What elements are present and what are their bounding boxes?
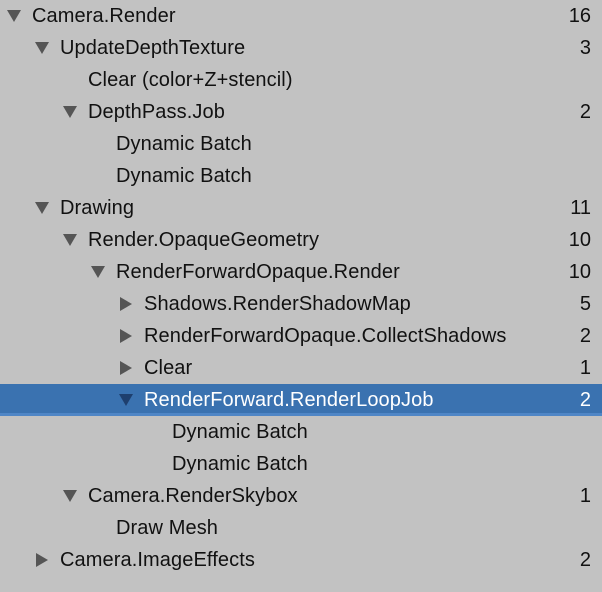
tree-row-drawing[interactable]: Drawing 11 (0, 192, 602, 224)
tree-row-label: Drawing (60, 197, 135, 219)
tree-row-label: DepthPass.Job (88, 101, 225, 123)
triangle-down-icon[interactable] (63, 488, 77, 504)
tree-row-label: Camera.ImageEffects (60, 549, 255, 571)
tree-row-render-opaquegeometry[interactable]: Render.OpaqueGeometry 10 (0, 224, 602, 256)
tree-row-count: 2 (579, 389, 591, 411)
tree-row-dynamic-batch[interactable]: Dynamic Batch (0, 416, 602, 448)
profiler-hierarchy-tree: Camera.Render 16 UpdateDepthTexture 3 Clear … (0, 0, 602, 592)
tree-row-clear-color-z-stencil[interactable]: Clear (color+Z+stencil) (0, 64, 602, 96)
tree-row-count: 2 (579, 549, 591, 571)
tree-row-renderforwardopaque-collectshadows[interactable]: RenderForwardOpaque.CollectShadows 2 (0, 320, 602, 352)
tree-row-updatedepthtexture[interactable]: UpdateDepthTexture 3 (0, 32, 602, 64)
tree-row-camera-imageeffects[interactable]: Camera.ImageEffects 2 (0, 544, 602, 576)
tree-row-dynamic-batch[interactable]: Dynamic Batch (0, 128, 602, 160)
tree-row-count: 11 (570, 197, 591, 219)
triangle-down-icon[interactable] (119, 392, 133, 408)
tree-row-count: 2 (579, 101, 591, 123)
tree-row-shadows-rendershadowmap[interactable]: Shadows.RenderShadowMap 5 (0, 288, 602, 320)
tree-row-camera-render[interactable]: Camera.Render 16 (0, 0, 602, 32)
tree-row-count: 5 (579, 293, 591, 315)
triangle-right-icon[interactable] (119, 296, 133, 312)
tree-row-depthpass-job[interactable]: DepthPass.Job 2 (0, 96, 602, 128)
tree-row-count: 3 (579, 37, 591, 59)
tree-row-label: RenderForwardOpaque.CollectShadows (144, 325, 507, 347)
tree-row-count: 10 (568, 261, 591, 283)
tree-row-count: 1 (579, 485, 591, 507)
tree-row-label: Clear (color+Z+stencil) (88, 69, 293, 91)
triangle-down-icon[interactable] (7, 8, 21, 24)
tree-row-label: Dynamic Batch (116, 133, 252, 155)
tree-row-label: Dynamic Batch (116, 165, 252, 187)
tree-row-renderforwardopaque-render[interactable]: RenderForwardOpaque.Render 10 (0, 256, 602, 288)
tree-row-dynamic-batch[interactable]: Dynamic Batch (0, 160, 602, 192)
tree-row-label: Clear (144, 357, 193, 379)
tree-row-label: RenderForwardOpaque.Render (116, 261, 400, 283)
tree-row-label: RenderForward.RenderLoopJob (144, 389, 434, 411)
tree-row-clear[interactable]: Clear 1 (0, 352, 602, 384)
tree-row-count: 10 (568, 229, 591, 251)
triangle-down-icon[interactable] (91, 264, 105, 280)
tree-row-label: Shadows.RenderShadowMap (144, 293, 411, 315)
tree-row-renderforward-renderloopjob[interactable]: RenderForward.RenderLoopJob 2 (0, 384, 602, 416)
tree-row-label: Dynamic Batch (172, 421, 308, 443)
tree-row-label: Render.OpaqueGeometry (88, 229, 320, 251)
tree-row-count: 1 (579, 357, 591, 379)
tree-row-count: 16 (568, 5, 591, 27)
tree-row-count: 2 (579, 325, 591, 347)
tree-row-dynamic-batch[interactable]: Dynamic Batch (0, 448, 602, 480)
triangle-down-icon[interactable] (63, 232, 77, 248)
triangle-down-icon[interactable] (63, 104, 77, 120)
triangle-down-icon[interactable] (35, 40, 49, 56)
tree-row-label: Camera.RenderSkybox (88, 485, 298, 507)
tree-row-label: Draw Mesh (116, 517, 219, 539)
tree-row-label: Dynamic Batch (172, 453, 308, 475)
tree-row-camera-renderskybox[interactable]: Camera.RenderSkybox 1 (0, 480, 602, 512)
triangle-right-icon[interactable] (119, 328, 133, 344)
triangle-down-icon[interactable] (35, 200, 49, 216)
tree-row-label: Camera.Render (32, 5, 176, 27)
triangle-right-icon[interactable] (119, 360, 133, 376)
triangle-right-icon[interactable] (35, 552, 49, 568)
tree-row-draw-mesh[interactable]: Draw Mesh (0, 512, 602, 544)
tree-row-label: UpdateDepthTexture (60, 37, 246, 59)
